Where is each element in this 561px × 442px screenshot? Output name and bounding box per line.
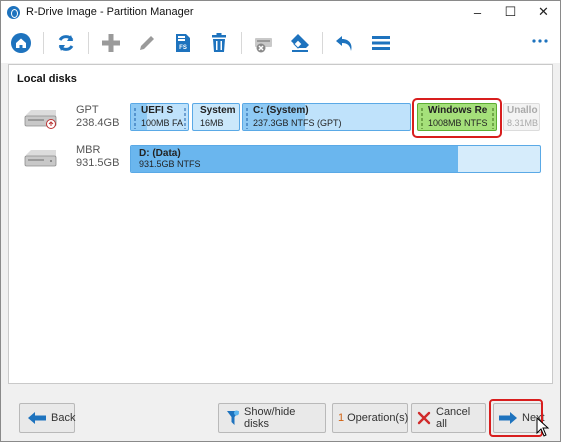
partition-c-system[interactable]: C: (System) 237.3GB NTFS (GPT) [242,103,411,131]
funnel-icon [227,410,239,426]
section-title: Local disks [17,73,77,85]
disk-info: MBR 931.5GB [76,144,119,170]
undo-icon[interactable] [332,30,358,56]
partition-desc: 237.3GB NTFS (GPT) [253,118,342,128]
selection-highlight [412,98,502,138]
format-badge-text: FS [179,45,187,51]
minimize-button[interactable]: – [461,1,494,23]
partition-name: System [200,105,236,116]
operations-count: 1 [338,412,345,424]
refresh-icon[interactable] [53,30,79,56]
add-icon[interactable] [98,30,124,56]
hard-drive-icon [23,147,59,169]
title-bar: R-Drive Image - Partition Manager – ☐ ✕ [1,1,560,23]
disk-map-panel: Local disks GPT 238.4GB UEFI S 100MB FA … [8,64,553,384]
operations-label: Operation(s) [347,412,409,424]
format-icon[interactable]: FS [170,30,196,56]
app-icon [7,5,20,19]
window-controls: – ☐ ✕ [461,1,560,23]
delete-icon[interactable] [206,30,232,56]
back-label: Back [51,412,76,424]
mouse-cursor-icon [536,416,550,440]
cancel-x-icon [417,411,431,425]
show-hide-label: Show/hide disks [244,406,296,430]
cancel-all-button[interactable]: Cancel all [411,403,486,433]
disk-size: 931.5GB [76,157,120,169]
back-button[interactable]: Back [19,403,75,433]
disk-scheme: MBR [76,144,101,156]
maximize-button[interactable]: ☐ [494,1,527,23]
window-title: R-Drive Image - Partition Manager [26,6,194,18]
partition-desc: 8.31MB [507,118,539,128]
home-icon[interactable] [8,30,34,56]
next-highlight [489,399,543,437]
erase-icon[interactable] [287,30,313,56]
disk-size: 238.4GB [76,117,120,129]
footer-bar: Back Show/hide disks 1 Operation(s) Canc… [1,385,560,441]
partition-name: UEFI S [141,105,174,116]
cancel-all-label: Cancel all [436,406,471,430]
toolbar-separator [88,32,89,54]
close-button[interactable]: ✕ [527,1,560,23]
remove-drive-icon[interactable] [251,30,277,56]
toolbar: FS [1,23,560,63]
partition-system-reserved[interactable]: System 16MB [192,103,240,131]
disk-scheme: GPT [76,104,99,116]
hard-drive-icon [23,107,59,129]
partition-desc: 931.5GB NTFS [139,159,201,169]
show-hide-disks-button[interactable]: Show/hide disks [218,403,326,433]
partition-desc: 16MB [200,118,224,128]
partition-d-data[interactable]: D: (Data) 931.5GB NTFS [130,145,541,173]
edit-icon[interactable] [134,30,160,56]
partition-unallocated[interactable]: Unallo 8.31MB [503,103,540,131]
partition-desc: 100MB FA [141,118,184,128]
more-icon[interactable] [530,31,550,51]
arrow-left-icon [28,412,46,424]
partition-name: Unallo [507,105,538,116]
toolbar-separator [241,32,242,54]
menu-icon[interactable] [368,30,394,56]
disk-info: GPT 238.4GB [76,104,119,130]
toolbar-separator [43,32,44,54]
partition-name: C: (System) [253,105,309,116]
operations-button[interactable]: 1 Operation(s) [332,403,408,433]
partition-uefi[interactable]: UEFI S 100MB FA [130,103,189,131]
partition-name: D: (Data) [139,148,181,159]
toolbar-separator [322,32,323,54]
partition-manager-window: R-Drive Image - Partition Manager – ☐ ✕ … [0,0,561,442]
